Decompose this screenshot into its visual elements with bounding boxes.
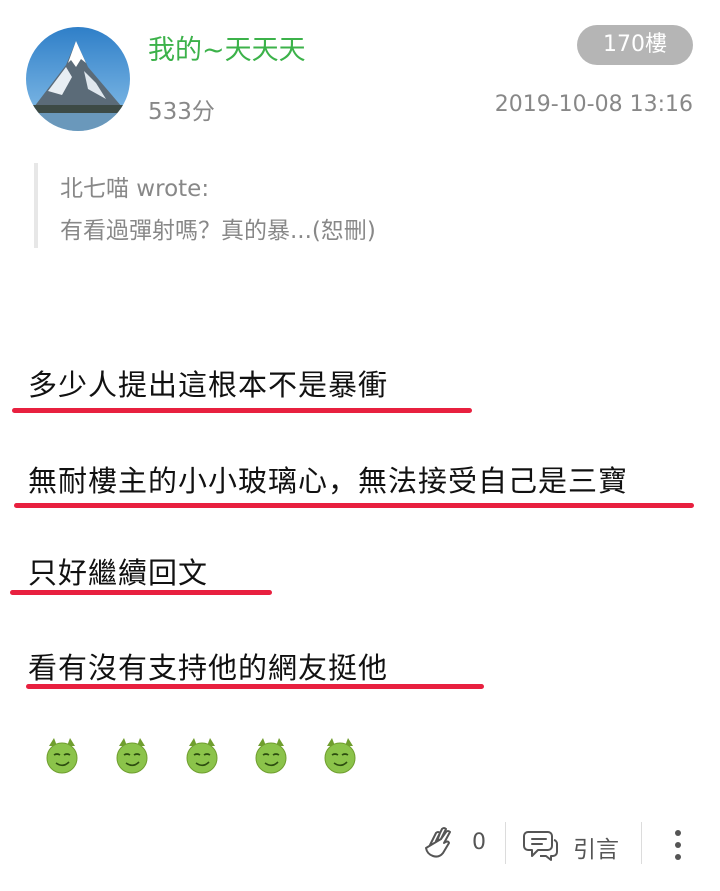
content-line: 看有沒有支持他的網友挺他 — [28, 651, 389, 685]
like-count: 0 — [472, 830, 486, 855]
clap-icon[interactable] — [422, 825, 458, 865]
post-timestamp: 2019-10-08 13:16 — [494, 92, 693, 117]
quote-bubble-icon[interactable] — [522, 826, 560, 866]
quote-author: 北七喵 wrote: — [60, 176, 210, 202]
quote-block: 北七喵 wrote: 有看過彈射嗎？真的暴...(恕刪) — [34, 163, 538, 248]
footer-divider — [505, 822, 506, 864]
content-line: 多少人提出這根本不是暴衝 — [28, 368, 389, 402]
red-underline — [12, 408, 472, 413]
username[interactable]: 我的~天天天 — [148, 28, 306, 67]
red-underline — [14, 503, 694, 508]
content-line: 無耐樓主的小小玻璃心，無法接受自己是三寶 — [28, 464, 629, 498]
smirk-emoji-icon — [185, 736, 219, 774]
smirk-emoji-icon — [323, 736, 357, 774]
footer-divider — [641, 822, 642, 864]
user-points: 533分 — [148, 99, 215, 125]
smirk-emoji-icon — [115, 736, 149, 774]
smirk-emoji-icon — [45, 736, 79, 774]
quote-text: 有看過彈射嗎？真的暴...(恕刪) — [60, 218, 376, 244]
floor-badge: 170樓 — [577, 25, 693, 65]
avatar[interactable] — [26, 27, 130, 131]
smirk-emoji-icon — [254, 736, 288, 774]
red-underline — [26, 684, 484, 689]
red-underline — [10, 590, 272, 595]
more-vertical-icon[interactable] — [668, 827, 688, 863]
quote-button-label[interactable]: 引言 — [573, 830, 619, 864]
content-line: 只好繼續回文 — [28, 556, 209, 590]
